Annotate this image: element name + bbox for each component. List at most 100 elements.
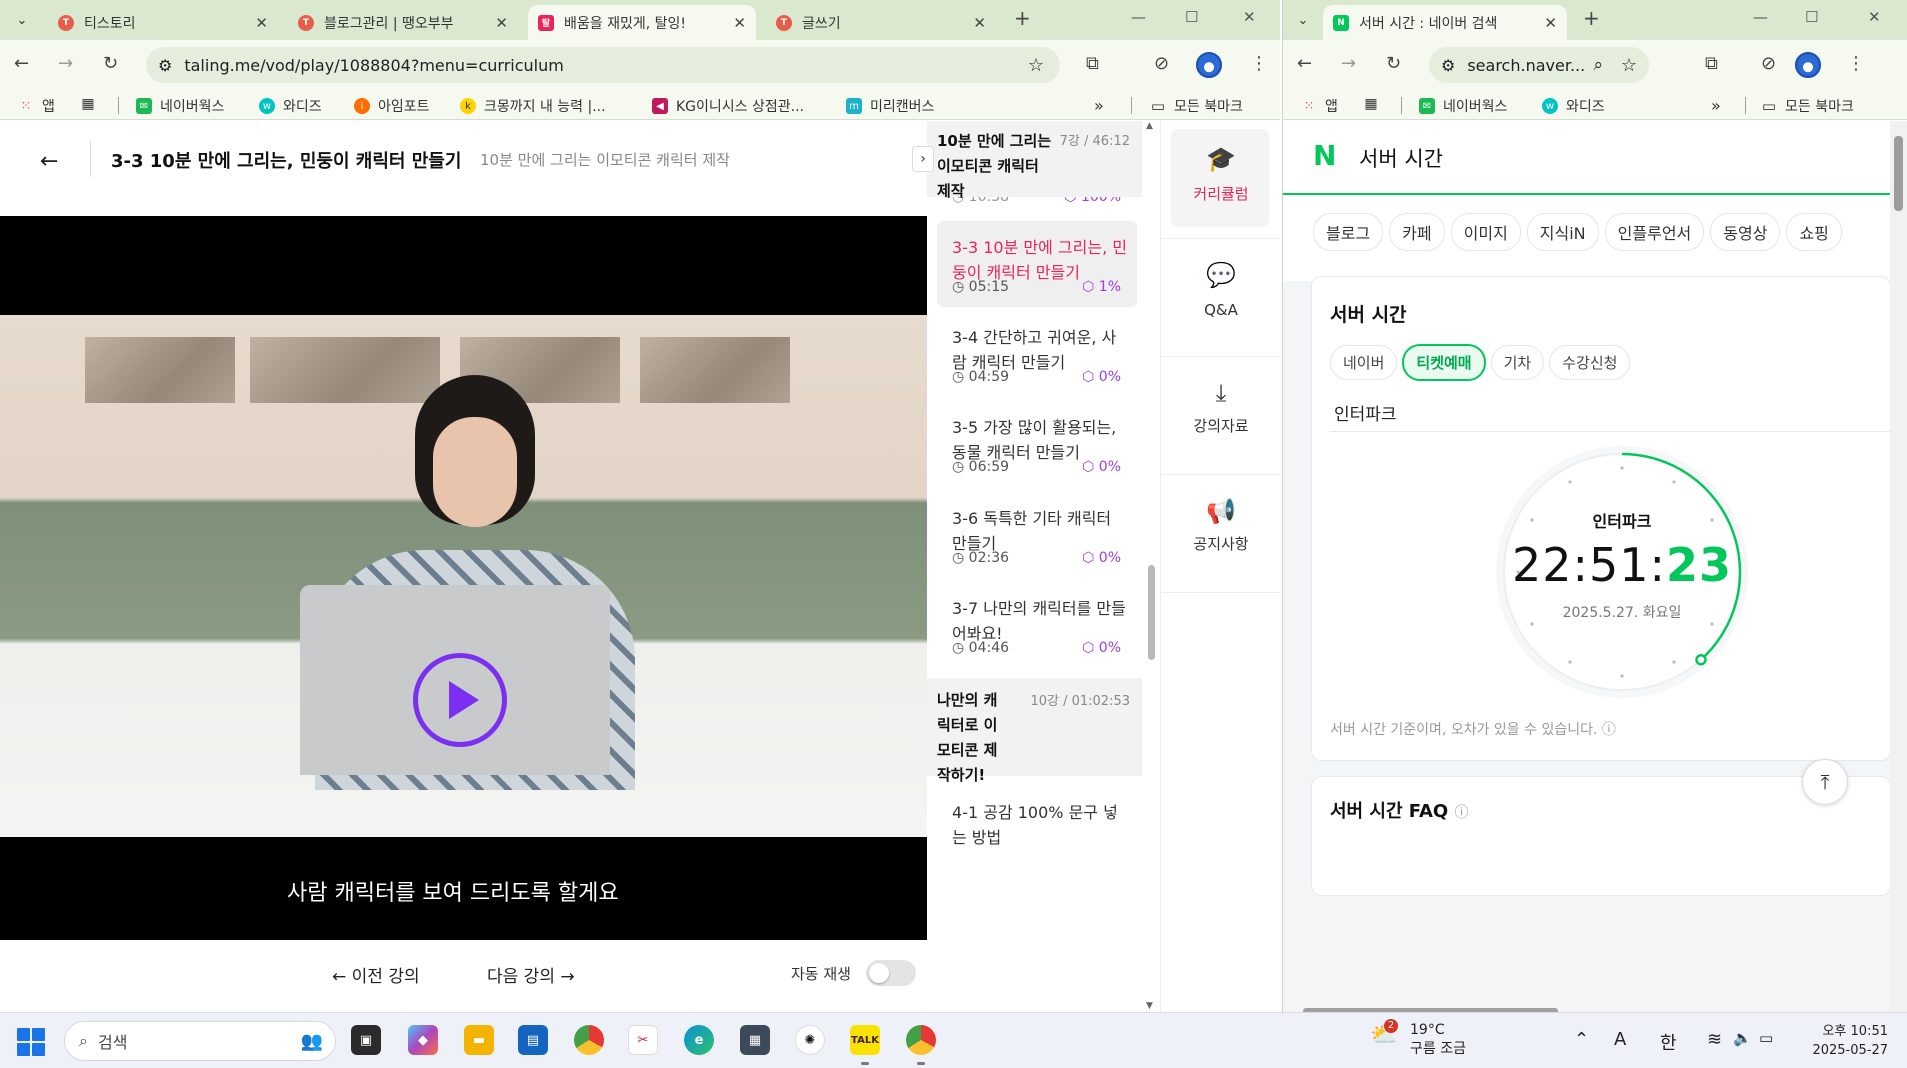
menu-icon[interactable]: ⋮ <box>1250 53 1268 74</box>
kakaotalk-icon[interactable]: TALK <box>850 1025 880 1055</box>
extensions-icon[interactable]: ⧉ <box>1086 53 1099 74</box>
side-menu-qna[interactable]: 💬 Q&A <box>1161 239 1280 357</box>
scrollbar-thumb[interactable] <box>1894 136 1903 211</box>
curriculum-scrollbar[interactable]: ▲ ▼ <box>1146 121 1158 1012</box>
bookmark-naverworks[interactable]: ✉ 네이버웍스 <box>136 96 224 116</box>
scroll-down-icon[interactable]: ▼ <box>1146 1001 1153 1011</box>
reload-icon[interactable]: ↻ <box>1386 53 1401 74</box>
side-menu-notice[interactable]: 📢 공지사항 <box>1161 475 1280 593</box>
minimize-button[interactable]: — <box>1753 8 1768 26</box>
back-icon[interactable]: ← <box>1297 53 1312 74</box>
bookmark-apps[interactable]: ⁙ 앱 <box>18 96 55 116</box>
list-item[interactable]: 3-4 간단하고 귀여운, 사람 캐릭터 만들기 ◷ 04:59 ⬡ 0% <box>937 311 1137 397</box>
taskbar-search[interactable]: ⌕ 검색 👥 <box>64 1021 336 1061</box>
chip-video[interactable]: 동영상 <box>1710 213 1781 251</box>
edge-icon[interactable]: e <box>684 1025 714 1055</box>
close-icon[interactable]: ✕ <box>1544 14 1557 32</box>
site-tab-course[interactable]: 수강신청 <box>1549 345 1631 380</box>
collapse-panel-button[interactable]: › <box>912 146 934 172</box>
menu-icon[interactable]: ⋮ <box>1847 53 1865 74</box>
extensions-icon[interactable]: ⧉ <box>1705 53 1718 74</box>
bookmark-miricanvas[interactable]: m 미리캔버스 <box>846 96 934 116</box>
extension-icon[interactable]: ⊘ <box>1154 53 1169 74</box>
bookmark-grid[interactable]: ▦ <box>1363 96 1387 112</box>
volume-icon[interactable]: 🔈 <box>1733 1029 1752 1047</box>
chip-influencer[interactable]: 인플루언서 <box>1604 213 1705 251</box>
info-icon[interactable]: ⓘ <box>1455 805 1469 821</box>
prev-lecture-button[interactable]: ← 이전 강의 <box>332 962 420 987</box>
chip-kin[interactable]: 지식iN <box>1526 213 1599 251</box>
list-item[interactable]: 3-7 나만의 캐릭터를 만들어봐요! ◷ 04:46 ⬡ 0% <box>937 582 1137 668</box>
side-menu-materials[interactable]: ⤓ 강의자료 <box>1161 357 1280 475</box>
keyboard-layout-icon[interactable]: A <box>1614 1029 1626 1050</box>
task-view-icon[interactable]: ▣ <box>351 1025 381 1055</box>
search-query[interactable]: 서버 시간 <box>1359 143 1443 173</box>
close-icon[interactable]: ✕ <box>255 14 268 32</box>
all-bookmarks[interactable]: ▭ 모든 북마크 <box>1150 96 1243 116</box>
list-item[interactable]: 3-5 가장 많이 활용되는, 동물 캐릭터 만들기 ◷ 06:59 ⬡ 0% <box>937 401 1137 487</box>
site-info-icon[interactable]: ⚙ <box>1441 56 1455 75</box>
all-bookmarks[interactable]: ▭ 모든 북마크 <box>1761 96 1854 116</box>
chip-image[interactable]: 이미지 <box>1450 213 1521 251</box>
snipping-tool-icon[interactable]: ✂ <box>628 1025 658 1055</box>
naver-logo[interactable]: N <box>1313 139 1336 172</box>
chip-blog[interactable]: 블로그 <box>1313 213 1384 251</box>
file-explorer-icon[interactable]: ▬ <box>464 1025 494 1055</box>
list-item-current[interactable]: 3-3 10분 만에 그리는, 민둥이 캐릭터 만들기 ◷ 05:15 ⬡ 1% <box>937 221 1137 307</box>
bookmark-wadiz[interactable]: w 와디즈 <box>1542 96 1605 116</box>
forward-icon[interactable]: → <box>1341 53 1356 74</box>
reload-icon[interactable]: ↻ <box>103 53 118 74</box>
more-bookmarks-chevron-icon[interactable]: » <box>1094 96 1104 115</box>
list-item[interactable]: 4-1 공감 100% 문구 넣는 방법 <box>937 786 1137 856</box>
section-header[interactable]: 10분 만에 그리는 이모티콘 캐릭터 제작 7강 / 46:12 <box>927 121 1142 200</box>
page-scrollbar[interactable] <box>1890 121 1907 1012</box>
tray-chevron-icon[interactable]: ⌃ <box>1574 1029 1589 1050</box>
profile-avatar[interactable] <box>1196 52 1222 78</box>
bookmark-star-icon[interactable]: ☆ <box>1621 55 1637 76</box>
bookmark-naverworks[interactable]: ✉ 네이버웍스 <box>1419 96 1507 116</box>
zoom-icon[interactable]: ⌕ <box>1593 55 1603 75</box>
taskbar-clock[interactable]: 오후 10:51 2025-05-27 <box>1808 1022 1888 1060</box>
back-arrow-icon[interactable]: ← <box>40 149 58 174</box>
side-menu-curriculum[interactable]: 🎓 커리큘럼 <box>1161 121 1280 239</box>
tab-blog-manage[interactable]: T 블로그관리 | 땡오부부 ✕ <box>288 5 518 40</box>
site-tab-train[interactable]: 기차 <box>1490 345 1545 380</box>
selected-site[interactable]: 인터파크 <box>1334 400 1397 425</box>
battery-icon[interactable]: ▭ <box>1759 1029 1773 1047</box>
tab-write[interactable]: T 글쓰기 ✕ <box>766 5 996 40</box>
chrome-icon[interactable] <box>906 1025 936 1055</box>
bookmark-grid[interactable]: ▦ <box>80 96 104 112</box>
new-tab-button[interactable]: + <box>1014 6 1031 30</box>
chatgpt-icon[interactable]: ✺ <box>795 1025 825 1055</box>
wifi-icon[interactable]: ≋ <box>1707 1029 1722 1050</box>
scroll-to-top-button[interactable]: ⤒ <box>1802 759 1848 805</box>
next-lecture-button[interactable]: 다음 강의 → <box>487 962 575 987</box>
profile-avatar[interactable] <box>1795 52 1821 78</box>
address-bar[interactable]: ⚙ search.naver.... ⌕ ☆ <box>1429 47 1649 83</box>
close-icon[interactable]: ✕ <box>495 14 508 32</box>
scrollbar-thumb[interactable] <box>1148 565 1155 660</box>
more-bookmarks-chevron-icon[interactable]: » <box>1711 96 1721 115</box>
maximize-button[interactable]: ☐ <box>1805 8 1818 26</box>
tab-search-button[interactable]: ⌄ <box>1289 6 1317 34</box>
bookmark-iamport[interactable]: i 아임포트 <box>354 96 430 116</box>
copilot-icon[interactable]: ◆ <box>408 1025 438 1055</box>
autoplay-toggle[interactable] <box>866 960 916 986</box>
section-header[interactable]: 나만의 캐릭터로 이모티콘 제작하기! 10강 / 01:02:53 <box>927 678 1142 784</box>
close-icon[interactable]: ✕ <box>973 14 986 32</box>
tab-tistory[interactable]: T 티스토리 ✕ <box>48 5 278 40</box>
chrome-icon[interactable] <box>574 1025 604 1055</box>
bookmark-kginicis[interactable]: ◀ KG이니시스 상점관... <box>652 96 804 116</box>
list-item[interactable]: 3-6 독특한 기타 캐릭터 만들기 ◷ 02:36 ⬡ 0% <box>937 492 1137 578</box>
new-tab-button[interactable]: + <box>1583 6 1600 30</box>
back-icon[interactable]: ← <box>14 53 29 74</box>
bookmark-kmong[interactable]: k 크몽까지 내 능력 |... <box>460 96 606 116</box>
store-icon[interactable]: ▤ <box>518 1025 548 1055</box>
minimize-button[interactable]: — <box>1131 8 1146 26</box>
play-icon[interactable] <box>413 653 507 747</box>
info-icon[interactable]: ⓘ <box>1602 722 1616 738</box>
video-player[interactable] <box>0 216 927 940</box>
bookmark-star-icon[interactable]: ☆ <box>1028 55 1044 76</box>
extension-icon[interactable]: ⊘ <box>1761 53 1776 74</box>
tab-naver-search[interactable]: N 서버 시간 : 네이버 검색 ✕ <box>1323 5 1567 40</box>
